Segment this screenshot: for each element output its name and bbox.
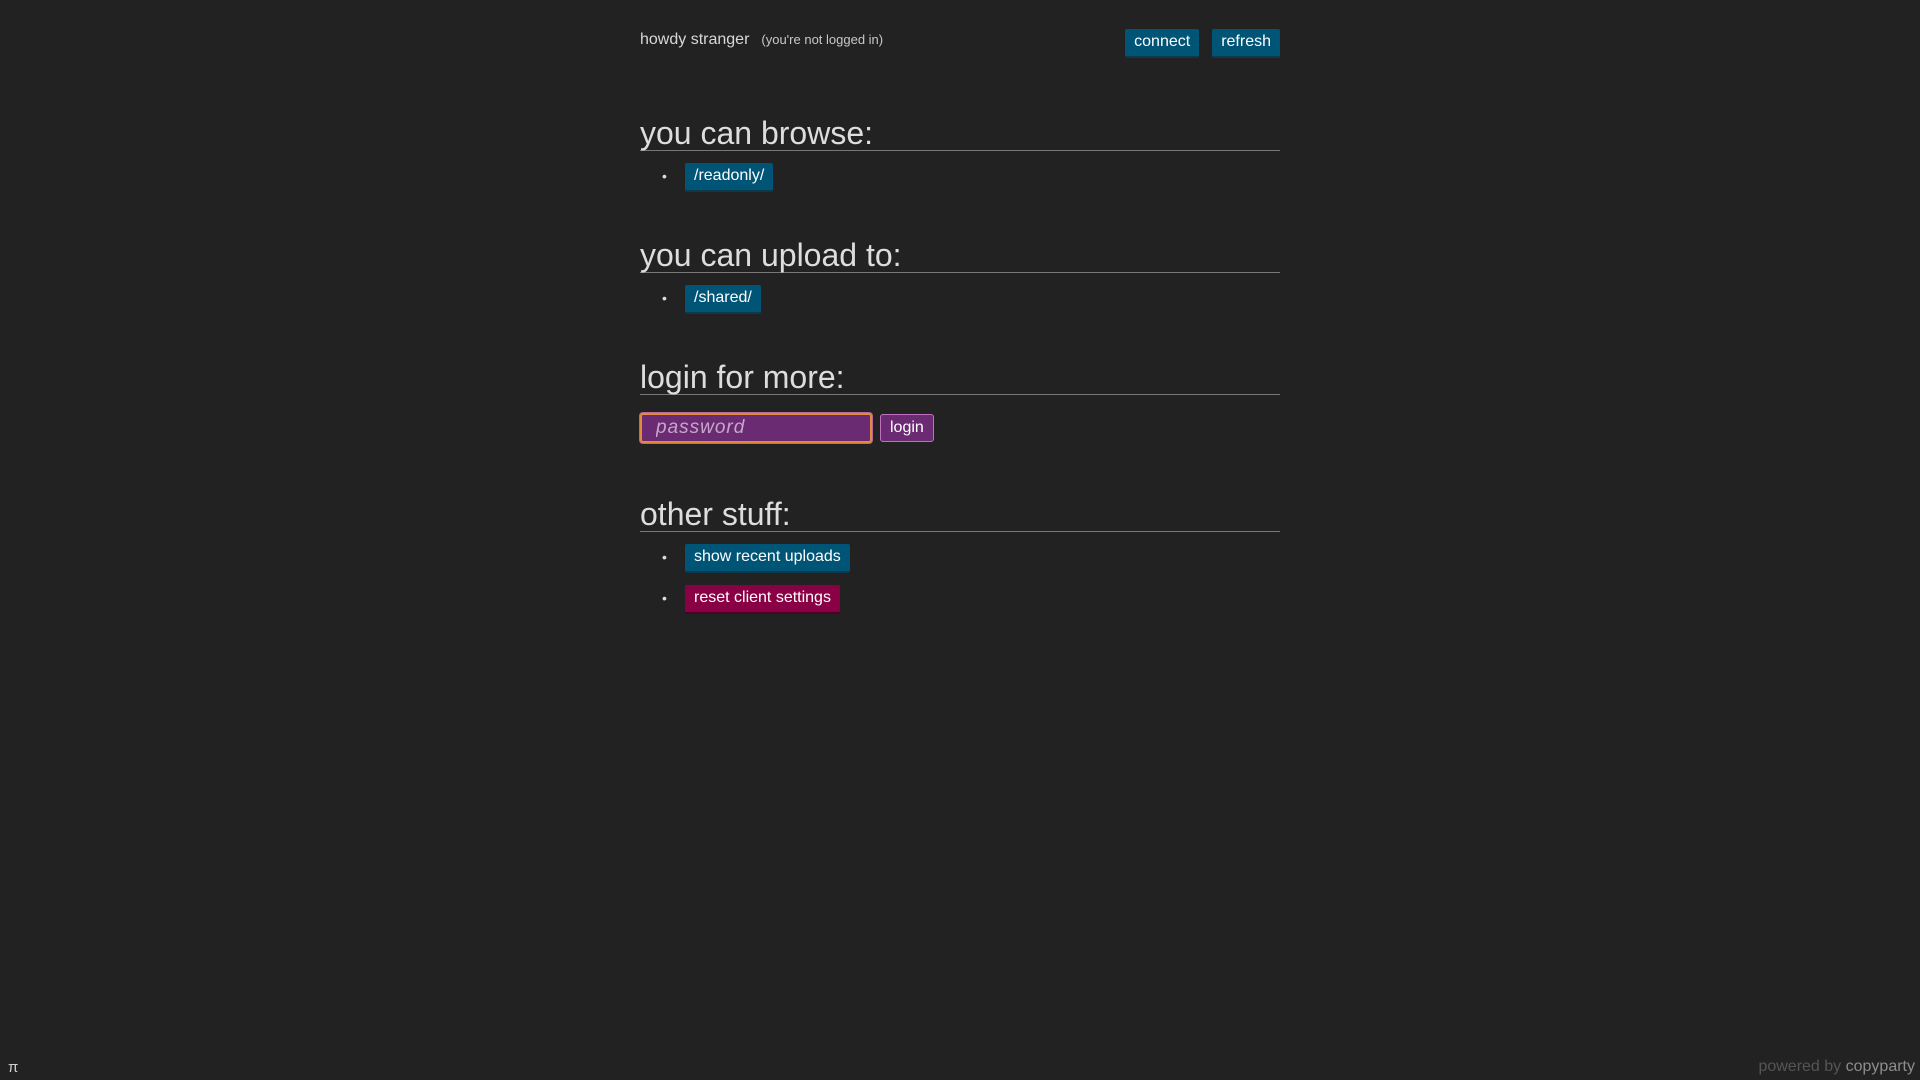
- upload-list: • /shared/: [640, 285, 1280, 314]
- list-item: • show recent uploads: [662, 544, 1280, 573]
- other-heading: other stuff:: [640, 497, 1280, 532]
- powered-by-footer: powered by copyparty: [1758, 1058, 1915, 1076]
- reset-client-settings-button[interactable]: reset client settings: [685, 585, 840, 614]
- top-bar: howdy stranger (you're not logged in) con…: [640, 0, 1280, 86]
- bullet-icon: •: [662, 549, 667, 565]
- greeting: howdy stranger (you're not logged in): [640, 31, 883, 49]
- greeting-text: howdy stranger: [640, 31, 750, 48]
- browse-heading: you can browse:: [640, 116, 1280, 151]
- bullet-icon: •: [662, 168, 667, 184]
- list-item: • /shared/: [662, 285, 1280, 314]
- bullet-icon: •: [662, 590, 667, 606]
- login-status-text: (you're not logged in): [761, 32, 884, 47]
- login-section: login for more: login: [640, 360, 1280, 443]
- password-field[interactable]: [640, 413, 872, 443]
- refresh-button[interactable]: refresh: [1212, 29, 1280, 58]
- powered-by-text: powered by: [1758, 1058, 1842, 1075]
- bullet-icon: •: [662, 290, 667, 306]
- brand-link[interactable]: copyparty: [1846, 1058, 1915, 1075]
- browse-list: • /readonly/: [640, 163, 1280, 192]
- top-buttons: connect refresh: [1125, 29, 1280, 58]
- browse-section: you can browse: • /readonly/: [640, 116, 1280, 192]
- shared-folder-link[interactable]: /shared/: [685, 285, 761, 314]
- upload-heading: you can upload to:: [640, 238, 1280, 273]
- login-button[interactable]: login: [880, 414, 934, 442]
- main-container: howdy stranger (you're not logged in) con…: [640, 0, 1280, 626]
- login-form: login: [640, 413, 1280, 443]
- pi-link[interactable]: π: [8, 1059, 18, 1076]
- show-recent-uploads-button[interactable]: show recent uploads: [685, 544, 850, 573]
- connect-button[interactable]: connect: [1125, 29, 1200, 58]
- readonly-folder-link[interactable]: /readonly/: [685, 163, 774, 192]
- other-section: other stuff: • show recent uploads • res…: [640, 497, 1280, 614]
- other-list: • show recent uploads • reset client set…: [640, 544, 1280, 614]
- list-item: • /readonly/: [662, 163, 1280, 192]
- login-heading: login for more:: [640, 360, 1280, 395]
- upload-section: you can upload to: • /shared/: [640, 238, 1280, 314]
- list-item: • reset client settings: [662, 585, 1280, 614]
